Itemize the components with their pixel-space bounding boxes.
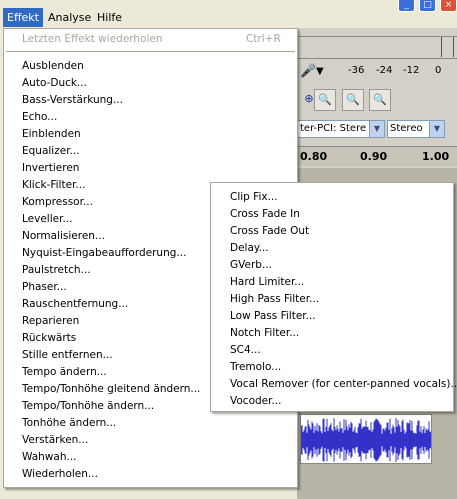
submenu-item-high-pass-filter[interactable]: High Pass Filter... [212,291,452,308]
meter-scale: -36 -24 -12 0 [348,65,442,76]
menu-item-bass-verstaerkung[interactable]: Bass-Verstärkung... [5,92,296,109]
submenu-item-delay[interactable]: Delay... [212,240,452,257]
menu-item-verstaerken[interactable]: Verstärken... [5,432,296,449]
submenu-item-gverb[interactable]: GVerb... [212,257,452,274]
maximize-icon[interactable]: □ [419,0,436,12]
meter-marker [453,37,454,57]
menu-effekt[interactable]: Effekt [3,8,43,27]
menu-hilfe[interactable]: Hilfe [93,8,126,27]
chevron-down-icon: ▼ [369,121,384,137]
microphone-icon[interactable]: 🎤 [300,64,316,79]
toolbar-divider [297,36,457,37]
submenu-item-vocoder[interactable]: Vocoder... [212,393,452,410]
submenu-item-clip-fix[interactable]: Clip Fix... [212,189,452,206]
menu-analyse[interactable]: Analyse [44,8,95,27]
meter-marker [441,37,442,57]
menu-separator [6,51,295,52]
submenu-item-sc4[interactable]: SC4... [212,342,452,359]
fit-selection-icon[interactable]: 🔍 [342,89,364,111]
submenu-item-cross-fade-out[interactable]: Cross Fade Out [212,223,452,240]
recording-device-select[interactable]: ter-PCI: Stere ▼ [297,120,385,138]
menu-item-equalizer[interactable]: Equalizer... [5,143,296,160]
zoom-out-icon[interactable]: 🔍 [314,89,336,111]
channel-select[interactable]: Stereo ▼ [387,120,445,138]
submenu-item-hard-limiter[interactable]: Hard Limiter... [212,274,452,291]
submenu-item-notch-filter[interactable]: Notch Filter... [212,325,452,342]
menu-item-ausblenden[interactable]: Ausblenden [5,58,296,75]
menu-item-einblenden[interactable]: Einblenden [5,126,296,143]
menu-item-echo[interactable]: Echo... [5,109,296,126]
timeline-ruler[interactable]: 0.80 0.90 1.00 [297,146,457,166]
chevron-down-icon[interactable]: ▼ [316,66,324,77]
menu-item-repeat-last-effect: Letzten Effekt wiederholen Ctrl+R [22,33,281,45]
fit-project-icon[interactable]: 🔍 [369,89,391,111]
submenu-item-cross-fade-in[interactable]: Cross Fade In [212,206,452,223]
submenu-item-low-pass-filter[interactable]: Low Pass Filter... [212,308,452,325]
waveform-graphic [301,418,431,462]
menu-item-invertieren[interactable]: Invertieren [5,160,296,177]
menu-item-wiederholen[interactable]: Wiederholen... [5,466,296,483]
chevron-down-icon: ▼ [429,121,444,137]
menu-item-wahwah[interactable]: Wahwah... [5,449,296,466]
plugins-submenu: Clip Fix... Cross Fade In Cross Fade Out… [210,182,457,412]
menu-item-tonhoehe-aendern[interactable]: Tonhöhe ändern... [5,415,296,432]
menu-bar: Effekt Analyse Hilfe _ □ × [0,0,457,28]
close-icon[interactable]: × [440,0,457,12]
submenu-item-vocal-remover[interactable]: Vocal Remover (for center-panned vocals)… [212,376,457,393]
waveform[interactable] [300,414,432,464]
submenu-item-tremolo[interactable]: Tremolo... [212,359,452,376]
toolbar-divider [297,58,457,59]
minimize-icon[interactable]: _ [398,0,415,12]
menu-item-auto-duck[interactable]: Auto-Duck... [5,75,296,92]
